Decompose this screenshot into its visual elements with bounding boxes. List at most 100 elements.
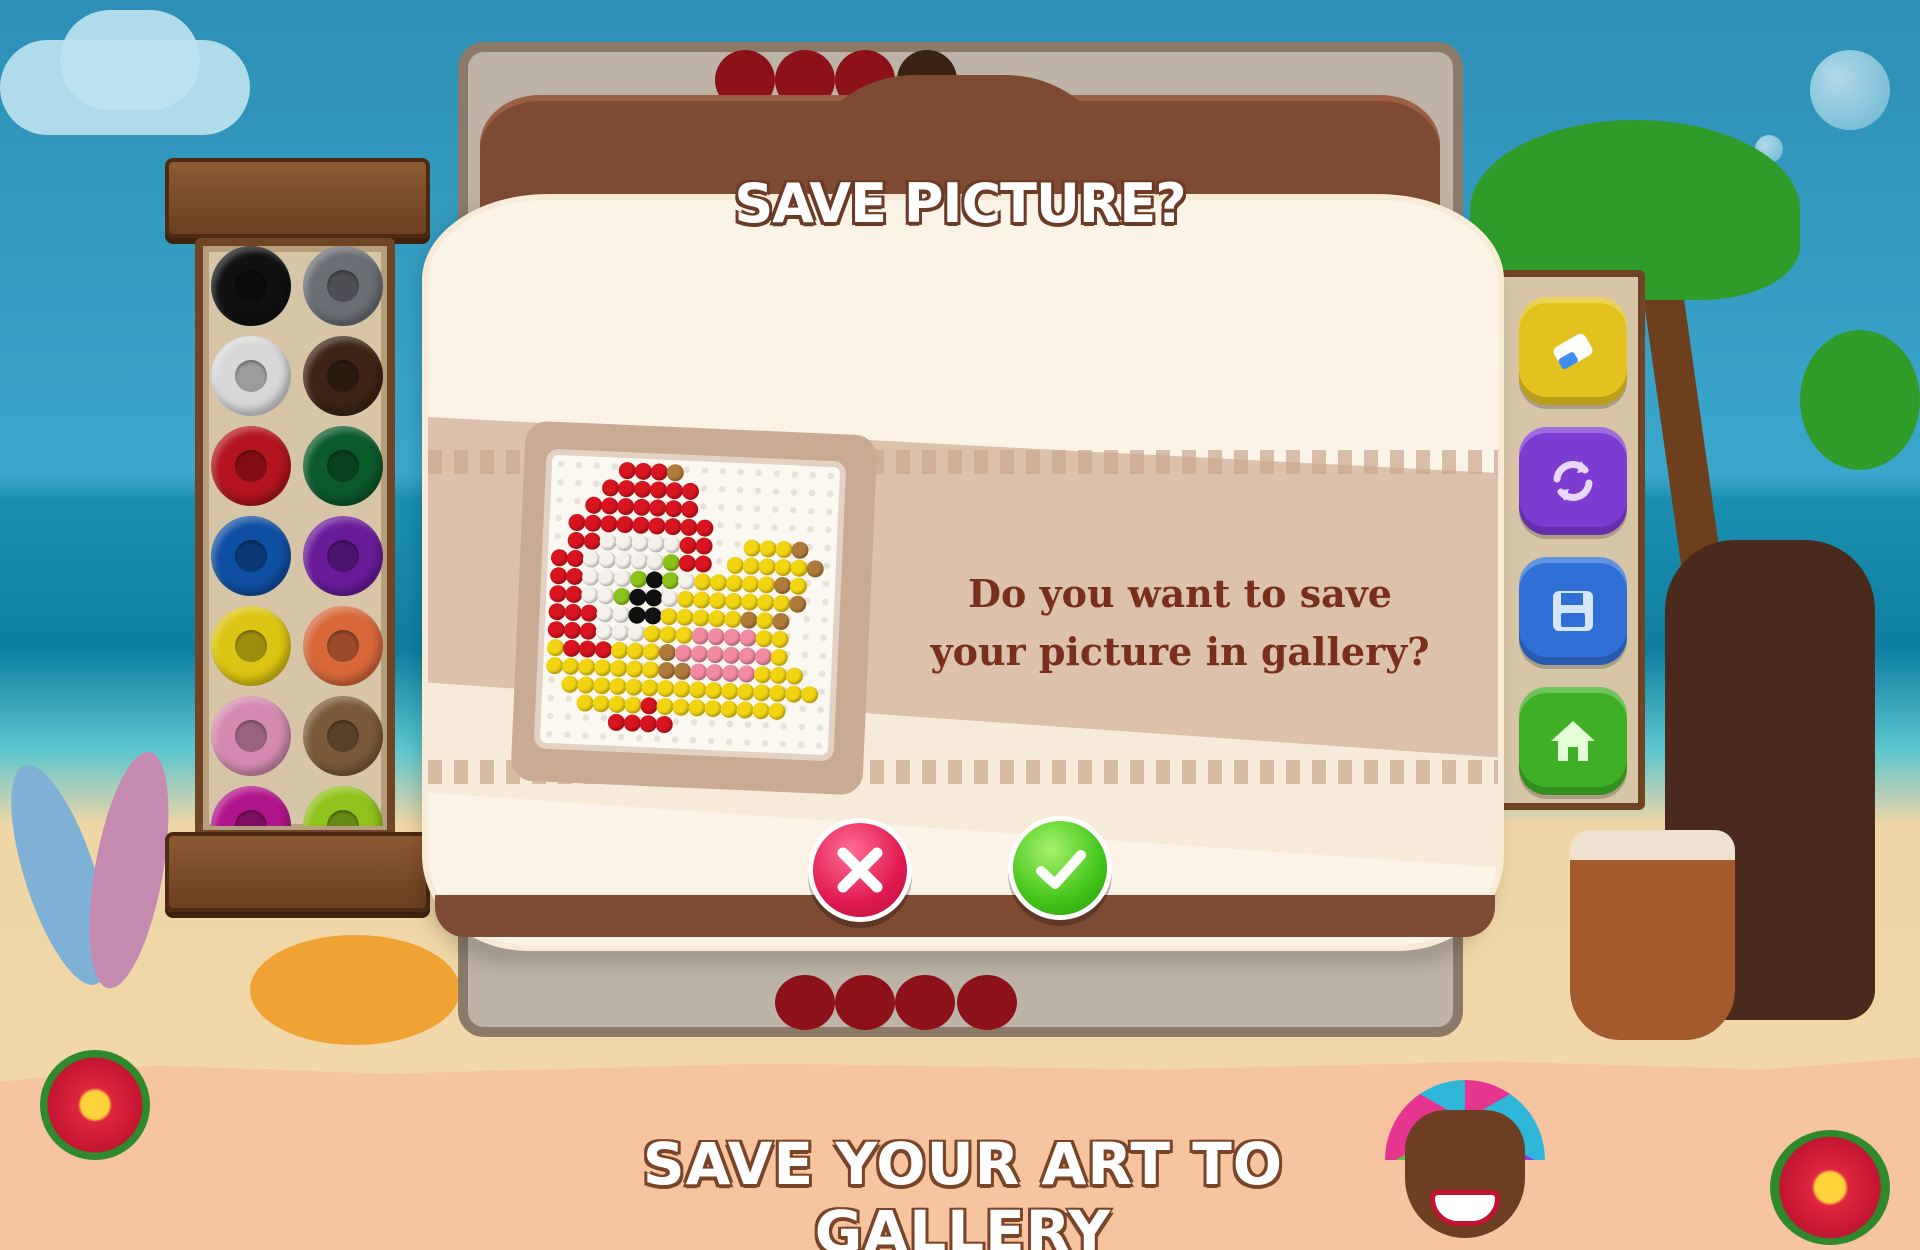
preview-bead (655, 715, 674, 734)
preview-bead (614, 551, 633, 570)
preview-bead (656, 697, 674, 716)
color-swatch[interactable] (211, 516, 291, 596)
preview-bead (680, 500, 699, 519)
color-swatch[interactable] (211, 336, 291, 416)
preview-bead (593, 676, 611, 695)
cancel-button[interactable] (808, 818, 912, 922)
preview-bead (625, 660, 644, 679)
preview-bead (769, 666, 788, 685)
checkmark-icon (1036, 850, 1086, 889)
preview-bead (691, 627, 710, 645)
preview-bead (632, 516, 650, 535)
refresh-icon (1553, 461, 1593, 501)
color-swatch[interactable] (303, 516, 383, 596)
color-swatch[interactable] (303, 786, 383, 826)
preview-bead (629, 570, 648, 589)
color-swatch[interactable] (303, 336, 383, 416)
reset-button[interactable] (1519, 427, 1627, 535)
preview-bead (610, 641, 629, 660)
preview-bead (736, 701, 754, 719)
color-swatch[interactable] (303, 606, 383, 686)
preview-bead (724, 592, 743, 611)
preview-bead (693, 573, 712, 591)
preview-bead (692, 609, 710, 627)
preview-bead (641, 660, 660, 679)
save-button[interactable] (1519, 557, 1627, 665)
eraser-button[interactable] (1519, 297, 1627, 405)
preview-bead (599, 533, 618, 551)
preview-bead (759, 539, 777, 558)
preview-bead (578, 640, 597, 658)
preview-bead (607, 713, 626, 732)
preview-bead (579, 622, 598, 640)
color-swatch[interactable] (211, 786, 291, 826)
preview-bead (549, 584, 567, 603)
preview-bead (738, 647, 757, 665)
preview-bead (584, 514, 602, 533)
preview-bead (625, 678, 643, 696)
preview-bead (721, 664, 740, 683)
preview-bead (665, 481, 684, 500)
preview-bead (577, 658, 596, 676)
color-swatch[interactable] (303, 426, 383, 506)
preview-bead (626, 642, 645, 661)
close-icon (837, 847, 883, 893)
crab-character (250, 935, 460, 1045)
preview-bead (722, 646, 741, 665)
dialog-title: SAVE PICTURE? (734, 172, 1186, 235)
preview-bead (563, 621, 582, 640)
preview-bead (694, 555, 713, 573)
color-swatch[interactable] (303, 246, 383, 326)
preview-bead (666, 463, 685, 482)
preview-bead (768, 684, 787, 703)
preview-bead (726, 556, 745, 575)
preview-bead (725, 574, 744, 593)
preview-bead (623, 714, 642, 732)
preview-bead (649, 481, 668, 499)
dialog-question: Do you want to save your picture in gall… (930, 571, 1430, 674)
preview-bead (592, 694, 610, 713)
preview-bead (612, 605, 630, 624)
preview-bead (657, 661, 676, 680)
color-swatch[interactable] (211, 246, 291, 326)
preview-bead (768, 702, 786, 721)
preview-bead (627, 624, 646, 643)
preview-bead (663, 535, 681, 554)
preview-bead (756, 611, 774, 630)
preview-bead (595, 622, 614, 641)
preview-bead (656, 679, 675, 698)
preview-bead (752, 683, 771, 702)
preview-bead (662, 553, 681, 572)
preview-bead (704, 699, 722, 718)
preview-bead (695, 537, 713, 555)
preview-bead (755, 629, 773, 648)
preview-bead (772, 594, 791, 613)
confirm-button[interactable] (1008, 816, 1112, 920)
preview-bead (758, 557, 777, 576)
preview-bead (740, 593, 759, 611)
color-swatch[interactable] (303, 696, 383, 776)
preview-bead (545, 656, 564, 675)
preview-bead (659, 625, 678, 644)
preview-bead (658, 643, 677, 662)
preview-bead (660, 589, 679, 608)
color-swatch[interactable] (211, 696, 291, 776)
preview-bead (678, 554, 697, 573)
preview-bead (773, 576, 792, 595)
preview-bead (676, 608, 694, 627)
preview-bead (789, 577, 808, 596)
preview-bead (650, 463, 669, 481)
preview-bead (724, 610, 742, 629)
home-button[interactable] (1519, 687, 1627, 795)
color-swatch[interactable] (211, 606, 291, 686)
hibiscus-flower-right (1770, 1130, 1890, 1245)
preview-bead (634, 462, 653, 481)
preview-bead (704, 681, 723, 700)
color-swatch[interactable] (211, 426, 291, 506)
preview-bead (674, 644, 693, 663)
preview-bead (618, 461, 637, 480)
preview-bead (600, 515, 618, 533)
preview-bead (708, 591, 727, 610)
tiki-mask-icon (1385, 1080, 1545, 1240)
preview-bead (567, 531, 586, 550)
